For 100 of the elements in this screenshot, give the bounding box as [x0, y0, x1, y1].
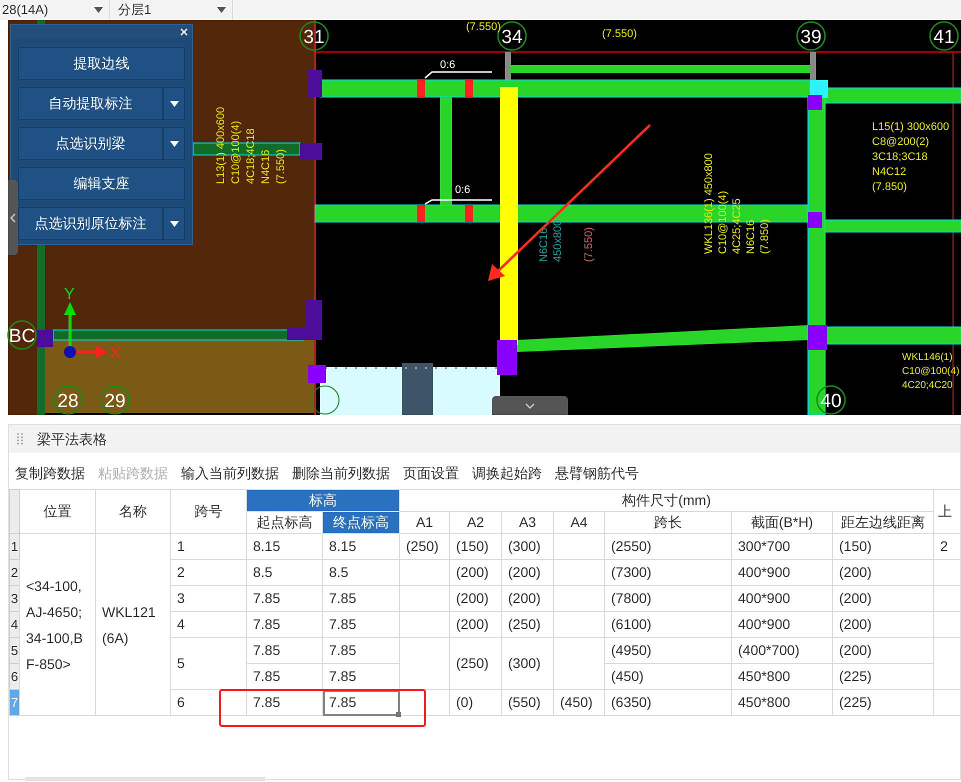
table-cell: 1 [170, 534, 246, 560]
table-cell: 6 [170, 690, 246, 716]
beam-annotation: L15(1) 300x600 C8@200(2) 3C18;3C18 N4C12 (7.850) [872, 121, 950, 193]
table-cell: (300) [502, 534, 554, 560]
column-header: 跨号 [170, 490, 246, 534]
column-header: 上 [934, 490, 960, 534]
grid-bubble: 39 [796, 21, 826, 51]
close-button[interactable] [180, 28, 188, 36]
column-header: A1 [400, 512, 450, 534]
caret-icon [170, 140, 178, 146]
column-header: 构件尺寸(mm) [400, 490, 934, 512]
table-cell[interactable]: 7.85 [322, 612, 400, 638]
caret-icon [217, 7, 226, 13]
fill-handle[interactable] [396, 712, 401, 717]
column-header: 起点标高 [246, 512, 322, 534]
table-cell: (225) [832, 690, 934, 716]
toolbar-button[interactable]: 页面设置 [403, 462, 459, 484]
beam-annotation: N6C16 450x800 [538, 220, 564, 262]
table-cell: (200) [832, 612, 934, 638]
table-cell: (200) [832, 638, 934, 664]
chevron-left-icon [10, 212, 16, 222]
recognition-button[interactable]: 编辑支座 [18, 167, 185, 200]
row-number[interactable]: 6 [10, 664, 20, 690]
table-cell: 7.85 [246, 638, 322, 664]
table-cell: (450) [554, 690, 604, 716]
table-cell: 450*800 [732, 664, 832, 690]
table-cell[interactable]: 7.85 [322, 586, 400, 612]
table-cell: 400*900 [732, 586, 832, 612]
leader-line [424, 199, 492, 205]
beam-annotation: 0:6 [440, 59, 456, 71]
table-cell: (6350) [604, 690, 732, 716]
close-icon [180, 28, 188, 36]
table-cell[interactable]: 8.15 [322, 534, 400, 560]
column-header: 标高 [246, 490, 400, 512]
beam-annotation: WKL136(1) 450x800 C10@100(4) 4C25;4C25 N6C16 (7.850) [703, 153, 771, 254]
toolbar-button[interactable]: 输入当前列数据 [181, 462, 279, 484]
beam-annotation: L13(1) 400x600 C10@100(4) 4C18;4C18 N4C16 (7.550) [215, 106, 287, 184]
table-cell: (200) [450, 560, 502, 586]
y-axis-label: Y [64, 286, 75, 303]
table-cell: (400*700) [732, 638, 832, 664]
grid-bubble [310, 386, 340, 414]
table-cell: 400*900 [732, 612, 832, 638]
table-cell: (6100) [604, 612, 732, 638]
caret-icon [170, 220, 178, 226]
beam-annotation: (7.550) [583, 227, 595, 262]
column-header: A2 [450, 512, 502, 534]
table-cell: (200) [450, 612, 502, 638]
column-header: 距左边线距离 [832, 512, 934, 534]
drag-handle-icon[interactable] [17, 433, 23, 445]
table-cell[interactable]: 7.85 [322, 638, 400, 664]
grid-bubble: BC [7, 320, 37, 350]
beam-annotation: (7.550) [466, 21, 501, 33]
table-cell: (2550) [604, 534, 732, 560]
table-cell: (200) [832, 560, 934, 586]
table-cell[interactable]: 8.5 [322, 560, 400, 586]
toolbar-button[interactable]: 复制跨数据 [15, 462, 85, 484]
table-cell: (200) [502, 560, 554, 586]
table-cell: 4 [170, 612, 246, 638]
table-cell: 8.5 [246, 560, 322, 586]
beam-annotation: 0:6 [455, 184, 470, 196]
table-cell: (0) [450, 690, 502, 716]
caret-icon [170, 100, 178, 106]
toolbar-button[interactable]: 删除当前列数据 [292, 462, 390, 484]
toolbar-button[interactable]: 悬臂钢筋代号 [555, 462, 639, 484]
table-cell: 450*800 [732, 690, 832, 716]
caret-icon [94, 7, 103, 13]
row-number[interactable]: 4 [10, 612, 20, 638]
column-header: 名称 [96, 490, 170, 534]
table-cell: (250) [502, 612, 554, 638]
recognition-button[interactable]: 提取边线 [18, 47, 185, 80]
table-cell: 7.85 [246, 690, 322, 716]
row-number[interactable]: 2 [10, 560, 20, 586]
panel-title: 梁平法表格 [37, 430, 107, 448]
toolbar-button[interactable]: 调换起始跨 [472, 462, 542, 484]
table-cell: 7.85 [246, 612, 322, 638]
table-cell: (250) [400, 534, 450, 560]
column-header: 截面(B*H) [732, 512, 832, 534]
grid-bubble: 41 [929, 21, 959, 51]
recognition-button[interactable]: 点选识别原位标注 [18, 207, 163, 240]
coordinate-axes-drawing [64, 302, 108, 358]
dropdown-button[interactable] [163, 87, 185, 120]
recognition-button[interactable]: 点选识别梁 [18, 127, 163, 160]
recognition-button[interactable]: 自动提取标注 [18, 87, 163, 120]
table-cell[interactable]: 7.85 [322, 690, 400, 716]
column-header: 位置 [20, 490, 96, 534]
table-cell: (150) [450, 534, 502, 560]
column-header: A4 [554, 512, 604, 534]
table-cell: (7300) [604, 560, 732, 586]
table-cell: 3 [170, 586, 246, 612]
row-number[interactable]: 1 [10, 534, 20, 560]
table-cell: 7.85 [246, 586, 322, 612]
table-cell: WKL121(6A) [96, 534, 170, 716]
table-cell: (200) [450, 586, 502, 612]
table-cell: 8.15 [246, 534, 322, 560]
chevron-down-icon [525, 402, 535, 408]
dropdown-button[interactable] [163, 207, 185, 240]
dropdown-button[interactable] [163, 127, 185, 160]
row-number[interactable]: 3 [10, 586, 20, 612]
grid-bubble: 29 [100, 385, 130, 415]
row-number[interactable]: 5 [10, 638, 20, 664]
